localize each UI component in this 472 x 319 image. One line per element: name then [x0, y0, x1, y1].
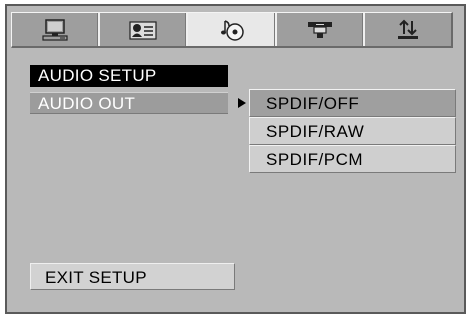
option-spdif-off[interactable]: SPDIF/OFF [249, 89, 456, 117]
exit-setup-button[interactable]: EXIT SETUP [30, 263, 235, 290]
submenu-arrow-icon [238, 98, 246, 108]
menu-item-audio-out[interactable]: AUDIO OUT [30, 92, 228, 114]
music-disc-icon [217, 18, 247, 42]
language-icon [128, 19, 158, 41]
tab-language[interactable] [100, 13, 189, 46]
tab-video[interactable] [276, 13, 365, 46]
page-title: AUDIO SETUP [30, 65, 228, 87]
tab-audio[interactable] [188, 13, 277, 46]
audio-out-submenu: SPDIF/OFF SPDIF/RAW SPDIF/PCM [249, 89, 456, 173]
setup-tab-bar [11, 12, 453, 48]
monitor-icon [40, 18, 70, 41]
tab-general[interactable] [12, 13, 101, 46]
tab-preference[interactable] [364, 13, 452, 46]
option-spdif-raw[interactable]: SPDIF/RAW [249, 117, 456, 145]
sort-arrows-icon [393, 19, 423, 41]
video-camera-icon [305, 19, 335, 41]
option-spdif-pcm[interactable]: SPDIF/PCM [249, 145, 456, 173]
